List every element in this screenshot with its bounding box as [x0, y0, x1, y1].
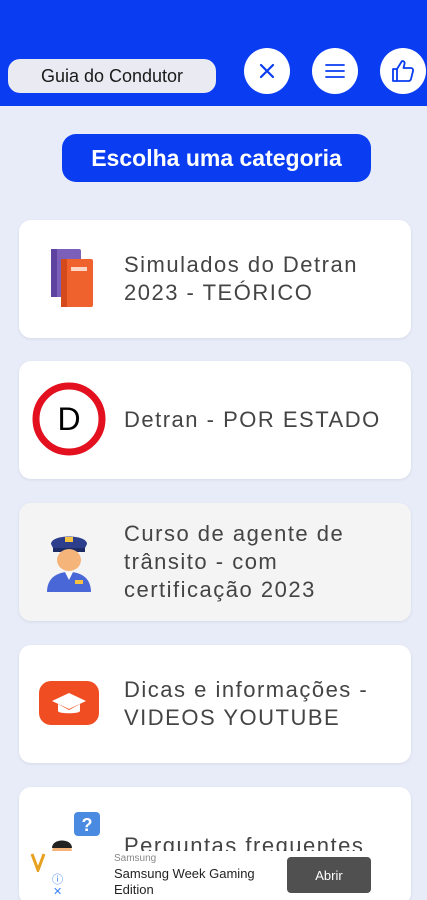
ad-partial-graphic	[30, 853, 46, 872]
close-button[interactable]	[244, 48, 290, 94]
menu-button[interactable]	[312, 48, 358, 94]
menu-icon	[325, 64, 345, 78]
traffic-officer-icon	[31, 523, 107, 599]
close-x-icon[interactable]: ✕	[53, 885, 62, 898]
youtube-graduation-icon	[31, 665, 107, 741]
card-simulados[interactable]: Simulados do Detran 2023 - TEÓRICO	[19, 220, 411, 338]
svg-text:?: ?	[82, 815, 93, 835]
ad-text: Samsung Week Gaming Edition	[114, 866, 255, 897]
ad-open-button[interactable]: Abrir	[287, 857, 371, 893]
thumbs-up-icon	[392, 60, 415, 82]
like-button[interactable]	[380, 48, 426, 94]
close-icon	[259, 63, 275, 79]
books-icon	[31, 240, 107, 316]
card-detran-estado[interactable]: D Detran - POR ESTADO	[19, 361, 411, 479]
card-label: Dicas e informações - VIDEOS YOUTUBE	[124, 677, 369, 730]
card-label: Detran - POR ESTADO	[124, 407, 381, 432]
detran-d-sign-icon: D	[31, 381, 107, 457]
ad-brand: Samsung	[114, 853, 157, 864]
card-label: Simulados do Detran 2023 - TEÓRICO	[124, 252, 358, 305]
detran-letter: D	[57, 401, 80, 437]
card-label: Curso de agente de trânsito - com certif…	[124, 521, 345, 602]
app-title-pill[interactable]: Guia do Condutor	[8, 59, 216, 93]
category-title: Escolha uma categoria	[62, 134, 371, 182]
card-dicas-videos[interactable]: Dicas e informações - VIDEOS YOUTUBE	[19, 645, 411, 763]
card-curso-agente[interactable]: Curso de agente de trânsito - com certif…	[19, 503, 411, 621]
ad-banner[interactable]: ⓘ ✕ Samsung Samsung Week Gaming Edition …	[48, 851, 380, 900]
